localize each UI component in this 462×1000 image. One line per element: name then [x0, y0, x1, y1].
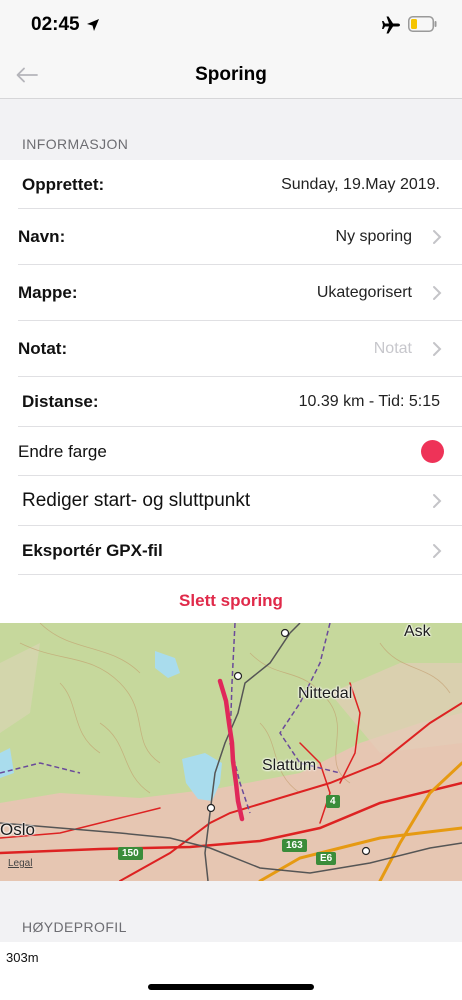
- row-value-distanse: 10.39 km - Tid: 5:15: [298, 393, 440, 410]
- map-legal-link[interactable]: Legal: [8, 858, 32, 869]
- road-badge-150: 150: [118, 847, 143, 860]
- chevron-right-icon: [433, 543, 442, 558]
- road-badge-163: 163: [282, 839, 307, 852]
- row-value-navn: Ny sporing: [335, 228, 412, 245]
- row-rediger-start-sluttpunkt[interactable]: Rediger start- og sluttpunkt: [0, 476, 462, 526]
- map-label-nittedal: Nittedal: [298, 685, 353, 702]
- row-notat[interactable]: Notat: Notat: [0, 321, 462, 377]
- chevron-right-icon: [433, 342, 442, 356]
- elevation-max-label: 303m: [6, 950, 39, 965]
- map-label-oslo: Oslo: [0, 820, 35, 839]
- section-header-informasjon: INFORMASJON: [22, 136, 129, 152]
- track-color-swatch[interactable]: [421, 440, 444, 463]
- row-label-endre-farge: Endre farge: [18, 441, 107, 461]
- chevron-right-icon: [433, 494, 442, 508]
- row-navn[interactable]: Navn: Ny sporing: [0, 209, 462, 265]
- row-opprettet: Opprettet: Sunday, 19.May 2019.: [0, 160, 462, 209]
- chevron-right-icon: [433, 286, 442, 300]
- row-label-mappe: Mappe:: [18, 283, 78, 302]
- navigation-bar: Sporing: [0, 50, 462, 99]
- map-label-ask: Ask: [404, 623, 431, 640]
- home-indicator[interactable]: [148, 984, 314, 990]
- road-badge-4: 4: [326, 795, 340, 808]
- section-header-hoydeprofil: HØYDEPROFIL: [22, 919, 127, 935]
- status-bar: 02:45: [0, 0, 462, 50]
- status-time: 02:45: [31, 14, 80, 35]
- row-value-notat: Notat: [373, 340, 412, 357]
- chevron-right-icon: [433, 230, 442, 244]
- page-title: Sporing: [195, 64, 267, 85]
- elevation-profile: 303m: [0, 942, 462, 1000]
- map-label-slattum: Slattum: [262, 757, 317, 774]
- row-label-distanse: Distanse:: [22, 392, 99, 411]
- row-label-opprettet: Opprettet:: [22, 174, 105, 194]
- battery-icon: [408, 16, 437, 32]
- map-canvas: [0, 623, 462, 881]
- airplane-icon: [382, 16, 400, 34]
- row-eksporter-gpx[interactable]: Eksportér GPX-fil: [0, 526, 462, 575]
- delete-track-button[interactable]: Slett sporing: [179, 591, 283, 611]
- delete-row: Slett sporing: [0, 575, 462, 627]
- info-list: Opprettet: Sunday, 19.May 2019. Navn: Ny…: [0, 160, 462, 627]
- row-label-eksporter: Eksportér GPX-fil: [22, 540, 163, 560]
- row-endre-farge[interactable]: Endre farge: [0, 427, 462, 476]
- road-badge-e6: E6: [316, 852, 337, 865]
- row-mappe[interactable]: Mappe: Ukategorisert: [0, 265, 462, 321]
- row-value-mappe: Ukategorisert: [316, 284, 412, 301]
- row-label-rediger: Rediger start- og sluttpunkt: [22, 490, 251, 511]
- row-label-notat: Notat:: [18, 339, 68, 358]
- track-map[interactable]: Ask Nittedal Slattum Oslo 150 163 E6 4 L…: [0, 623, 462, 881]
- row-distanse: Distanse: 10.39 km - Tid: 5:15: [0, 377, 462, 427]
- location-arrow-icon: [87, 19, 99, 31]
- row-value-opprettet: Sunday, 19.May 2019.: [281, 175, 440, 193]
- row-label-navn: Navn:: [18, 227, 66, 246]
